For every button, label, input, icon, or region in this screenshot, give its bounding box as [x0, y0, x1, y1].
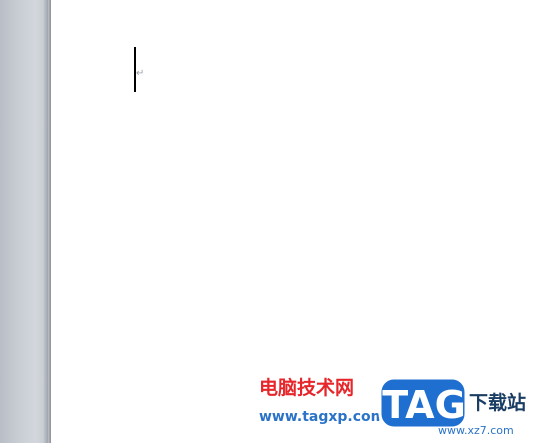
paragraph-mark-icon: ↵ — [136, 68, 145, 79]
watermark-site-name: 电脑技术网 — [259, 377, 355, 399]
left-gutter — [0, 0, 48, 443]
page-edge-shadow — [43, 0, 51, 443]
watermark: 电脑技术网 www.tagxp.com TAG 下载站 www.xz7.com — [258, 374, 551, 443]
watermark-right-name: 下载站 — [469, 392, 527, 414]
tag-logo-text: TAG — [382, 383, 466, 427]
watermark-right-url: www.xz7.com — [438, 424, 514, 437]
watermark-site-url: www.tagxp.com — [259, 409, 386, 425]
tag-logo-icon: TAG — [378, 376, 468, 430]
